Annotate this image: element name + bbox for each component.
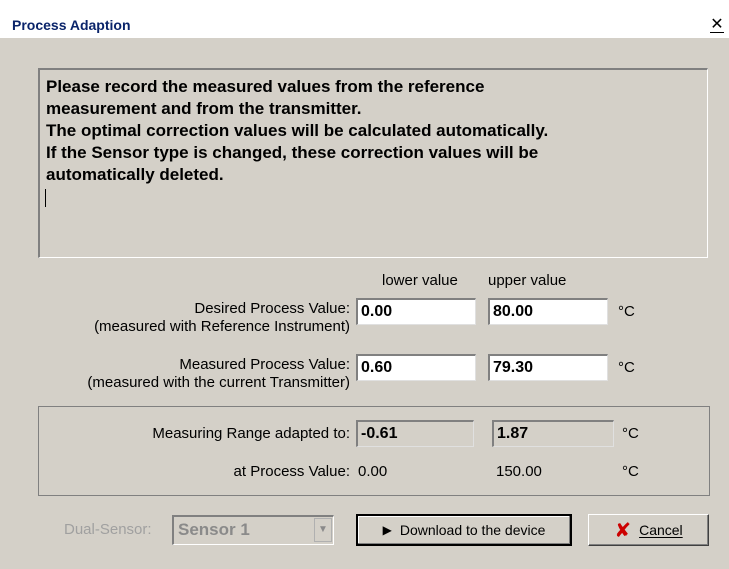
play-arrow-icon: ▶	[382, 523, 392, 537]
title-bar: Process Adaption ✕	[0, 0, 729, 38]
measured-process-sublabel: (measured with the current Transmitter)	[87, 374, 350, 391]
at-process-label: at Process Value:	[233, 463, 350, 480]
dual-sensor-select: Sensor 1 ▼	[172, 515, 334, 545]
desired-lower-input[interactable]	[356, 298, 476, 325]
chevron-down-icon: ▼	[314, 518, 332, 542]
measured-unit: °C	[618, 359, 635, 376]
range-upper-field	[492, 420, 614, 447]
at-process-upper: 150.00	[496, 463, 542, 480]
red-x-icon: ✘	[614, 518, 632, 542]
at-process-unit: °C	[622, 463, 639, 480]
dual-sensor-value: Sensor 1	[178, 520, 250, 539]
at-process-lower: 0.00	[358, 463, 388, 480]
measuring-range-label: Measuring Range adapted to:	[152, 425, 350, 442]
desired-process-label: Desired Process Value:	[194, 300, 350, 317]
cancel-button[interactable]: ✘ Cancel	[588, 514, 709, 546]
measured-lower-input[interactable]	[356, 354, 476, 381]
close-icon[interactable]: ✕	[708, 15, 726, 33]
process-adaption-dialog: Process Adaption ✕ Please record the mea…	[0, 0, 729, 569]
desired-unit: °C	[618, 303, 635, 320]
download-button[interactable]: ▶ Download to the device	[356, 514, 572, 546]
upper-value-header: upper value	[488, 272, 567, 289]
range-unit: °C	[622, 425, 639, 442]
cancel-button-label: Cancel	[639, 522, 683, 538]
lower-value-header: lower value	[382, 272, 458, 289]
text-caret	[45, 189, 46, 207]
dual-sensor-label: Dual-Sensor:	[64, 521, 152, 538]
range-lower-field	[356, 420, 474, 447]
download-button-label: Download to the device	[399, 522, 546, 538]
desired-process-sublabel: (measured with Reference Instrument)	[94, 318, 350, 335]
desired-upper-input[interactable]	[488, 298, 608, 325]
info-text: Please record the measured values from t…	[46, 77, 549, 184]
window-title: Process Adaption	[12, 17, 131, 33]
measured-upper-input[interactable]	[488, 354, 608, 381]
info-textbox[interactable]: Please record the measured values from t…	[38, 68, 708, 258]
measured-process-label: Measured Process Value:	[179, 356, 350, 373]
